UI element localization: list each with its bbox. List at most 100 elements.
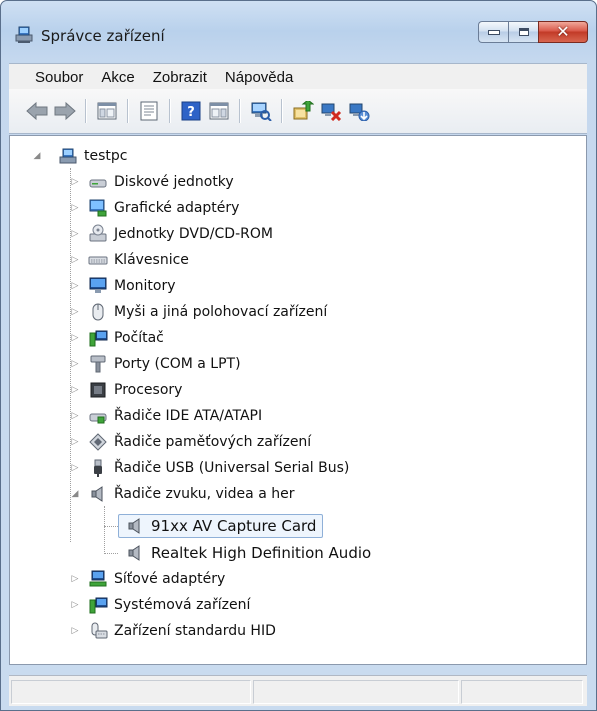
tree-root-label: testpc <box>84 148 128 164</box>
uninstall-device-button[interactable] <box>347 99 371 123</box>
device-manager-window: Správce zařízení ✕ Soubor Akce Zobrazit … <box>0 0 597 711</box>
action-pane-icon <box>209 102 229 120</box>
menu-help[interactable]: Nápověda <box>216 69 302 86</box>
expand-icon[interactable]: ▷ <box>70 333 80 343</box>
tree-guide-line <box>70 168 71 542</box>
tree-category-system-devices[interactable]: Systémová zařízení <box>88 593 250 617</box>
tree-root-node[interactable]: testpc <box>58 144 127 168</box>
menu-action[interactable]: Akce <box>92 69 143 86</box>
storage-controller-icon <box>89 433 107 451</box>
close-icon: ✕ <box>556 22 570 41</box>
tree-category-sound-video-game[interactable]: Řadiče zvuku, videa a her <box>88 482 294 506</box>
toolbar-separator <box>127 99 129 123</box>
tree-category-display-adapters[interactable]: Grafické adaptéry <box>88 196 239 220</box>
back-arrow-icon <box>26 101 48 121</box>
ide-controller-icon <box>89 413 107 424</box>
expand-icon[interactable]: ▷ <box>70 281 80 291</box>
svg-text:?: ? <box>187 105 195 120</box>
help-icon: ? <box>181 101 201 121</box>
device-tree[interactable]: ◢ testpc ▷ Diskové jednotky ▷ Grafické a… <box>9 135 587 665</box>
expand-icon[interactable]: ▷ <box>70 385 80 395</box>
speaker-icon <box>91 486 103 502</box>
tree-category-computer[interactable]: Počítač <box>88 326 164 350</box>
maximize-button[interactable] <box>508 21 538 43</box>
collapse-icon[interactable]: ◢ <box>70 489 80 499</box>
tree-category-hid-devices[interactable]: Zařízení standardu HID <box>88 619 276 643</box>
menu-bar: Soubor Akce Zobrazit Nápověda <box>9 63 587 90</box>
update-driver-button[interactable] <box>291 99 315 123</box>
display-adapter-icon <box>89 199 107 217</box>
expand-icon[interactable]: ▷ <box>70 574 80 584</box>
disable-device-icon <box>321 103 342 121</box>
expand-icon[interactable]: ▷ <box>70 437 80 447</box>
hid-device-icon <box>91 622 108 639</box>
title-bar[interactable]: Správce zařízení ✕ <box>1 1 596 59</box>
tree-guide-line <box>104 553 118 554</box>
usb-icon <box>94 459 102 477</box>
show-action-pane-button[interactable] <box>207 99 231 123</box>
toolbar-separator <box>169 99 171 123</box>
console-tree-icon <box>97 102 117 120</box>
collapse-icon[interactable]: ◢ <box>32 151 42 161</box>
tree-device-av-capture-card[interactable]: 91xx AV Capture Card <box>118 514 324 538</box>
tree-category-dvd-cdrom[interactable]: Jednotky DVD/CD-ROM <box>88 222 273 246</box>
tree-category-network-adapters[interactable]: Síťové adaptéry <box>88 567 225 591</box>
selected-item: 91xx AV Capture Card <box>118 514 324 538</box>
device-manager-icon <box>15 26 33 43</box>
tree-category-ide-controllers[interactable]: Řadiče IDE ATA/ATAPI <box>88 404 262 428</box>
computer-icon <box>59 148 77 164</box>
keyboard-icon <box>88 256 108 265</box>
disable-device-button[interactable] <box>319 99 343 123</box>
expand-icon[interactable]: ▷ <box>70 626 80 636</box>
toolbar-separator <box>281 99 283 123</box>
expand-icon[interactable]: ▷ <box>70 307 80 317</box>
forward-button[interactable] <box>53 99 77 123</box>
processor-icon <box>90 382 106 398</box>
speaker-icon <box>128 518 140 534</box>
back-button[interactable] <box>25 99 49 123</box>
disk-drive-icon <box>89 179 107 188</box>
status-bar <box>9 675 587 706</box>
dvd-drive-icon <box>89 224 107 242</box>
tree-category-monitors[interactable]: Monitory <box>88 274 176 298</box>
expand-icon[interactable]: ▷ <box>70 255 80 265</box>
expand-icon[interactable]: ▷ <box>70 359 80 369</box>
expand-icon[interactable]: ▷ <box>70 229 80 239</box>
tree-category-usb-controllers[interactable]: Řadiče USB (Universal Serial Bus) <box>88 456 349 480</box>
status-pane <box>11 680 251 704</box>
expand-icon[interactable]: ▷ <box>70 177 80 187</box>
tree-category-disk-drives[interactable]: Diskové jednotky <box>88 170 234 194</box>
expand-icon[interactable]: ▷ <box>70 600 80 610</box>
tree-device-realtek-audio[interactable]: Realtek High Definition Audio <box>118 541 371 565</box>
tree-category-mice[interactable]: Myši a jiná polohovací zařízení <box>88 300 327 324</box>
tree-guide-line <box>104 526 118 527</box>
uninstall-device-icon <box>349 103 370 121</box>
tree-category-ports[interactable]: Porty (COM a LPT) <box>88 352 241 376</box>
minimize-button[interactable] <box>478 21 508 43</box>
properties-icon <box>140 101 158 121</box>
tree-category-storage-controllers[interactable]: Řadiče paměťových zařízení <box>88 430 311 454</box>
monitor-icon <box>89 277 107 293</box>
computer-icon <box>89 330 108 347</box>
tree-guide-line <box>104 506 105 554</box>
port-icon <box>90 355 106 373</box>
scan-hardware-icon <box>251 102 272 121</box>
close-button[interactable]: ✕ <box>538 21 588 43</box>
expand-icon[interactable]: ▷ <box>70 203 80 213</box>
scan-hardware-button[interactable] <box>249 99 273 123</box>
show-hide-console-tree-button[interactable] <box>95 99 119 123</box>
help-button[interactable]: ? <box>179 99 203 123</box>
expand-icon[interactable]: ▷ <box>70 411 80 421</box>
status-pane <box>253 680 459 704</box>
window-title: Správce zařízení <box>41 27 165 45</box>
expand-icon[interactable]: ▷ <box>70 463 80 473</box>
tree-category-keyboards[interactable]: Klávesnice <box>88 248 189 272</box>
properties-button[interactable] <box>137 99 161 123</box>
forward-arrow-icon <box>54 101 76 121</box>
menu-file[interactable]: Soubor <box>9 69 92 86</box>
network-adapter-icon <box>89 570 107 587</box>
speaker-icon <box>128 545 140 561</box>
tree-category-processors[interactable]: Procesory <box>88 378 182 402</box>
status-pane <box>461 680 583 704</box>
menu-view[interactable]: Zobrazit <box>144 69 216 86</box>
